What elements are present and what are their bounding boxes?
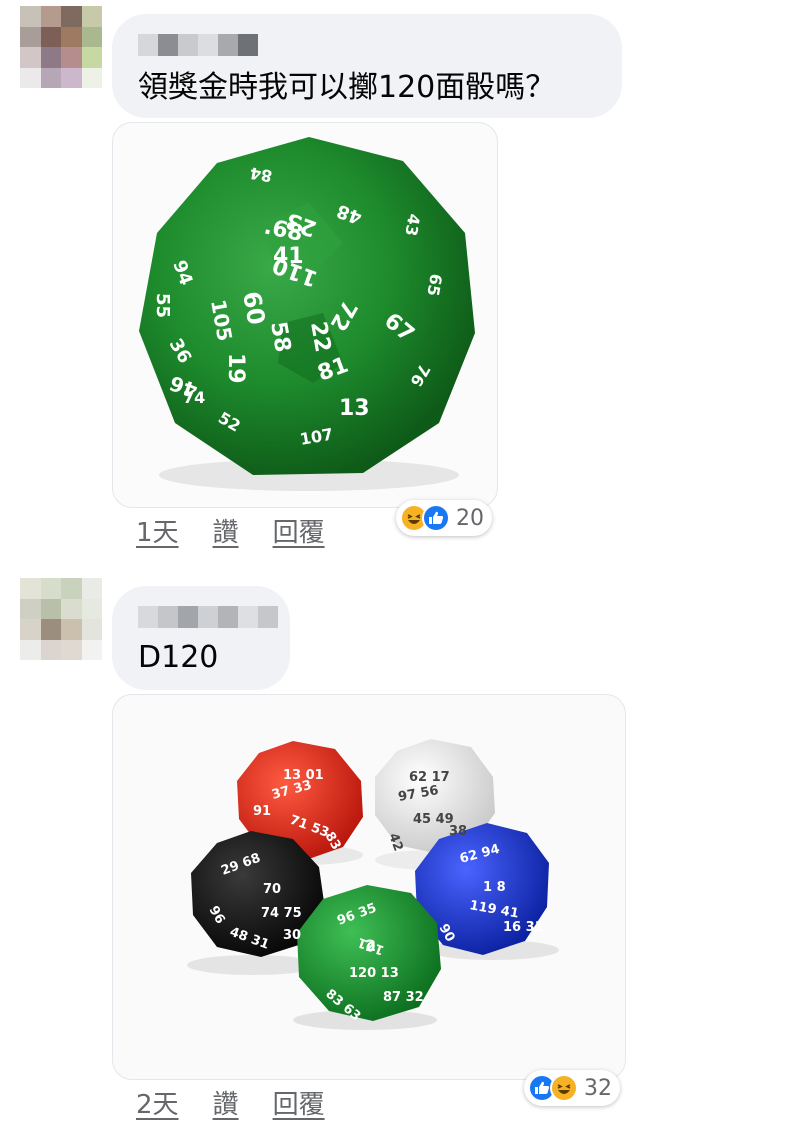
svg-text:74 75: 74 75 bbox=[261, 906, 302, 921]
svg-text:30: 30 bbox=[283, 928, 301, 943]
reply-link[interactable]: 回覆 bbox=[273, 1084, 325, 1121]
like-icon bbox=[422, 504, 450, 532]
svg-text:16 31: 16 31 bbox=[503, 920, 544, 935]
comment-text: 領獎金時我可以擲120面骰嗎？ bbox=[138, 70, 556, 105]
like-link[interactable]: 讚 bbox=[213, 1084, 239, 1121]
svg-text:13: 13 bbox=[339, 396, 370, 421]
reaction-count: 32 bbox=[584, 1075, 612, 1101]
comment-image-green-d120[interactable]: .68 23 41 110 60 105 58 22 72 67 81 13 1… bbox=[112, 122, 498, 508]
comment-bubble: 領獎金時我可以擲120面骰嗎？ bbox=[112, 14, 622, 118]
svg-text:38: 38 bbox=[449, 824, 467, 839]
reaction-count: 20 bbox=[456, 505, 484, 531]
svg-text:84: 84 bbox=[248, 163, 273, 186]
timestamp-link[interactable]: 1天 bbox=[136, 512, 179, 549]
author-name-redacted[interactable] bbox=[138, 34, 258, 56]
svg-text:43: 43 bbox=[401, 212, 424, 237]
avatar[interactable] bbox=[20, 6, 102, 88]
svg-text:87 32: 87 32 bbox=[383, 990, 424, 1005]
svg-text:120 13: 120 13 bbox=[349, 966, 399, 981]
green-d120-die-image: .68 23 41 110 60 105 58 22 72 67 81 13 1… bbox=[139, 137, 475, 491]
reaction-summary[interactable]: 32 bbox=[524, 1070, 620, 1106]
svg-text:91: 91 bbox=[253, 804, 271, 819]
svg-text:58: 58 bbox=[265, 320, 295, 355]
comment-actions: 2天 讚 回覆 bbox=[136, 1084, 325, 1121]
svg-text:19: 19 bbox=[223, 353, 248, 384]
svg-text:60: 60 bbox=[237, 289, 270, 327]
comment-actions: 1天 讚 回覆 bbox=[136, 512, 325, 549]
avatar[interactable] bbox=[20, 578, 102, 660]
comment-bubble: D120 bbox=[112, 586, 290, 690]
like-link[interactable]: 讚 bbox=[213, 512, 239, 549]
svg-text:65: 65 bbox=[423, 272, 446, 297]
author-name-redacted[interactable] bbox=[138, 606, 278, 628]
svg-text:1 8: 1 8 bbox=[483, 880, 506, 895]
svg-text:55: 55 bbox=[152, 293, 173, 318]
svg-text:74: 74 bbox=[183, 388, 205, 407]
svg-text:62 17: 62 17 bbox=[409, 770, 450, 785]
comment-image-d120-set[interactable]: 13 01 37 33 71 53 91 83 62 17 97 56 45 49 42… bbox=[112, 694, 626, 1080]
svg-text:70: 70 bbox=[263, 882, 281, 897]
haha-icon bbox=[550, 1074, 578, 1102]
timestamp-link[interactable]: 2天 bbox=[136, 1084, 179, 1121]
reply-link[interactable]: 回覆 bbox=[273, 512, 325, 549]
comment-text: D120 bbox=[138, 640, 219, 675]
reaction-summary[interactable]: 20 bbox=[396, 500, 492, 536]
five-d120-dice-image: 13 0137 33 71 5391 83 62 1797 56 45 4942… bbox=[187, 739, 559, 1030]
svg-text:45 49: 45 49 bbox=[413, 812, 454, 827]
